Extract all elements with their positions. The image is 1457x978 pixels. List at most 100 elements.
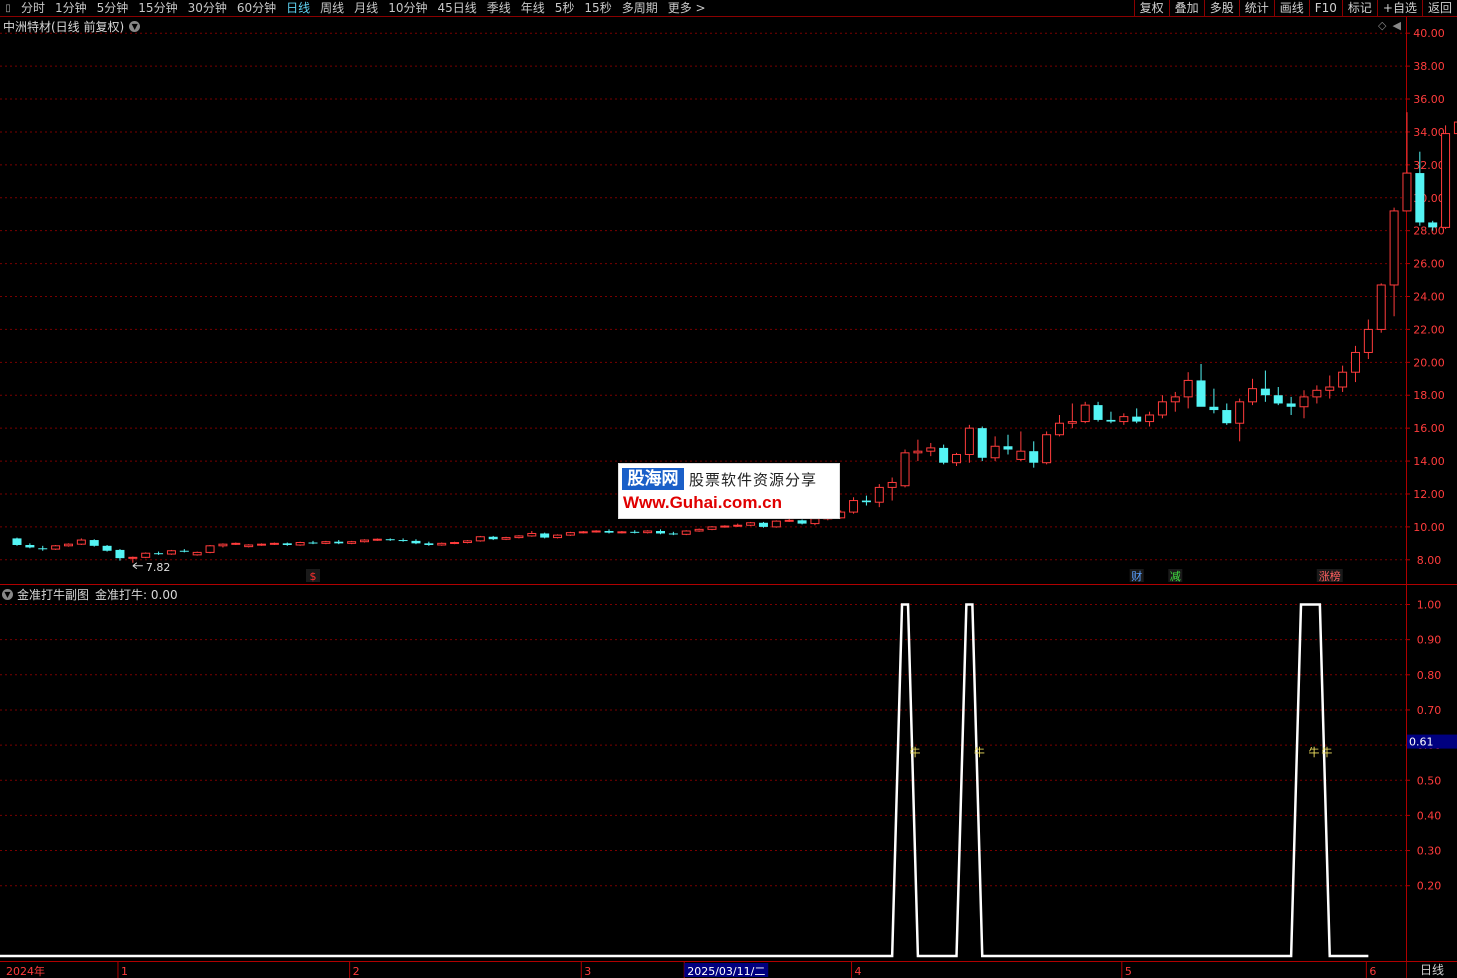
candle-body-down [1428, 222, 1438, 228]
indicator-tick-label: 0.70 [1417, 704, 1442, 717]
time-label-2: 2 [353, 965, 360, 978]
price-tick-label: 30.00 [1413, 192, 1445, 205]
period-tab-3[interactable]: 15分钟 [133, 0, 182, 16]
candle-body-down [424, 543, 434, 545]
period-tabs: 分时 1分钟 5分钟 15分钟 30分钟 60分钟 日线 周线 月线 10分钟 45日线 季线 年线 5秒… [16, 0, 711, 16]
candle-body-down [385, 539, 395, 541]
candle-body-up [321, 541, 331, 544]
candle-body-up [1299, 396, 1309, 408]
tool-button-5[interactable]: F10 [1308, 0, 1342, 16]
candle-body-down [398, 540, 408, 542]
period-tab-16[interactable]: 更多 > [663, 0, 711, 16]
watermark-slogan: 股票软件资源分享 [689, 471, 818, 489]
price-tick-label: 10.00 [1413, 521, 1445, 534]
bull-signal-mark: 牛 [974, 745, 985, 759]
candle-body-up [475, 536, 485, 542]
period-tab-9[interactable]: 10分钟 [383, 0, 432, 16]
dropdown-icon[interactable]: ▼ [2, 589, 13, 600]
dropdown-icon[interactable]: ▼ [129, 21, 141, 32]
period-tab-11[interactable]: 季线 [482, 0, 516, 16]
candle-body-up [244, 544, 254, 548]
price-tick-label: 36.00 [1413, 93, 1445, 106]
candle-body-up [1080, 404, 1090, 423]
bottom-period-label[interactable]: 日线 [1406, 962, 1457, 978]
period-tab-6[interactable]: 日线 [281, 0, 315, 16]
candle-body-up [1119, 416, 1129, 423]
candle-body-down [1093, 405, 1103, 420]
period-tab-13[interactable]: 5秒 [550, 0, 580, 16]
indicator-name: 金准打牛副图 [17, 588, 90, 602]
cursor-value-label: 0.61 [1409, 736, 1434, 749]
collapse-icon[interactable]: ◀ [1392, 19, 1400, 32]
period-tab-8[interactable]: 月线 [349, 0, 383, 16]
candle-body-up [218, 543, 228, 547]
candle-body-down [1132, 416, 1142, 422]
bull-signal-mark: 牛 [910, 745, 921, 759]
tool-button-3[interactable]: 统计 [1238, 0, 1274, 16]
candle-body-up [1145, 414, 1155, 423]
candle-body-down [1415, 173, 1425, 223]
candle-body-down [282, 543, 292, 545]
tool-button-0[interactable]: 复权 [1133, 0, 1169, 16]
candle-body-up [76, 539, 86, 545]
chart-controls: ◇ ◀ [1372, 19, 1401, 32]
period-tab-14[interactable]: 15秒 [579, 0, 616, 16]
indicator-tick-label: 0.60 [1417, 739, 1442, 752]
watermark-banner: 股海网 股票软件资源分享 Www.Guhai.com.cn [618, 463, 840, 519]
candle-body-down [797, 520, 807, 524]
menu-icon[interactable]: ▯ [0, 1, 16, 15]
diamond-icon[interactable]: ◇ [1378, 19, 1386, 32]
candle-body-down [38, 548, 48, 550]
stock-title-text: 中洲特材(日线 前复权) [3, 20, 125, 34]
period-tab-1[interactable]: 1分钟 [50, 0, 92, 16]
period-tab-2[interactable]: 5分钟 [92, 0, 134, 16]
indicator-title[interactable]: ▼ 金准打牛副图 金准打牛: 0.00 [2, 586, 178, 603]
candle-body-down [758, 522, 768, 527]
stock-title[interactable]: 中洲特材(日线 前复权) ▼ [3, 18, 141, 35]
indicator-tick-label: 0.30 [1417, 845, 1442, 858]
right-toolbar: 复权 叠加 多股 统计 画线 F10 标记 +自选 返回 [1133, 0, 1457, 16]
tool-button-7[interactable]: +自选 [1376, 0, 1422, 16]
candle-body-up [720, 525, 730, 528]
candle-body-up [527, 532, 537, 537]
candle-body-down [25, 544, 35, 548]
candle-body-up [900, 452, 910, 487]
period-tab-15[interactable]: 多周期 [617, 0, 663, 16]
period-tab-10[interactable]: 45日线 [432, 0, 481, 16]
candle-body-up [141, 552, 151, 558]
time-label-6: 5 [1125, 965, 1132, 978]
candle-body-down [1286, 403, 1296, 407]
candle-body-down [89, 540, 99, 546]
candle-body-up [591, 530, 601, 533]
candle-body-up [1016, 450, 1026, 460]
event-marker-bg [1316, 569, 1343, 582]
tool-button-4[interactable]: 画线 [1273, 0, 1309, 16]
time-label-3: 3 [584, 965, 591, 978]
period-tab-5[interactable]: 60分钟 [232, 0, 281, 16]
candle-body-up [1389, 210, 1399, 286]
candle-body-up [565, 532, 575, 536]
tool-button-1[interactable]: 叠加 [1168, 0, 1204, 16]
candle-body-down [668, 533, 678, 535]
price-tick-label: 20.00 [1413, 356, 1445, 369]
time-label-4: 2025/03/11/二 [687, 965, 765, 978]
tool-button-2[interactable]: 多股 [1203, 0, 1239, 16]
period-tab-4[interactable]: 30分钟 [183, 0, 232, 16]
event-marker-1: 财 [1131, 569, 1142, 583]
low-pointer [132, 562, 143, 570]
period-tab-7[interactable]: 周线 [315, 0, 349, 16]
indicator-tick-label: 0.20 [1417, 880, 1442, 893]
period-tab-12[interactable]: 年线 [516, 0, 550, 16]
candle-body-up [166, 550, 176, 555]
candle-body-down [1209, 406, 1219, 411]
candle-body-up [694, 528, 704, 532]
tool-button-6[interactable]: 标记 [1341, 0, 1377, 16]
period-tab-0[interactable]: 分时 [16, 0, 50, 16]
candle-body-up [192, 551, 202, 556]
candle-body-up [1363, 328, 1373, 353]
candle-body-up [1183, 379, 1193, 398]
tool-button-8[interactable]: 返回 [1421, 0, 1457, 16]
candle-body-up [462, 540, 472, 544]
period-toolbar: ▯ 分时 1分钟 5分钟 15分钟 30分钟 60分钟 日线 周线 月线 10分钟 45日线 季线 年线… [0, 0, 1457, 17]
time-label-1: 1 [121, 965, 128, 978]
